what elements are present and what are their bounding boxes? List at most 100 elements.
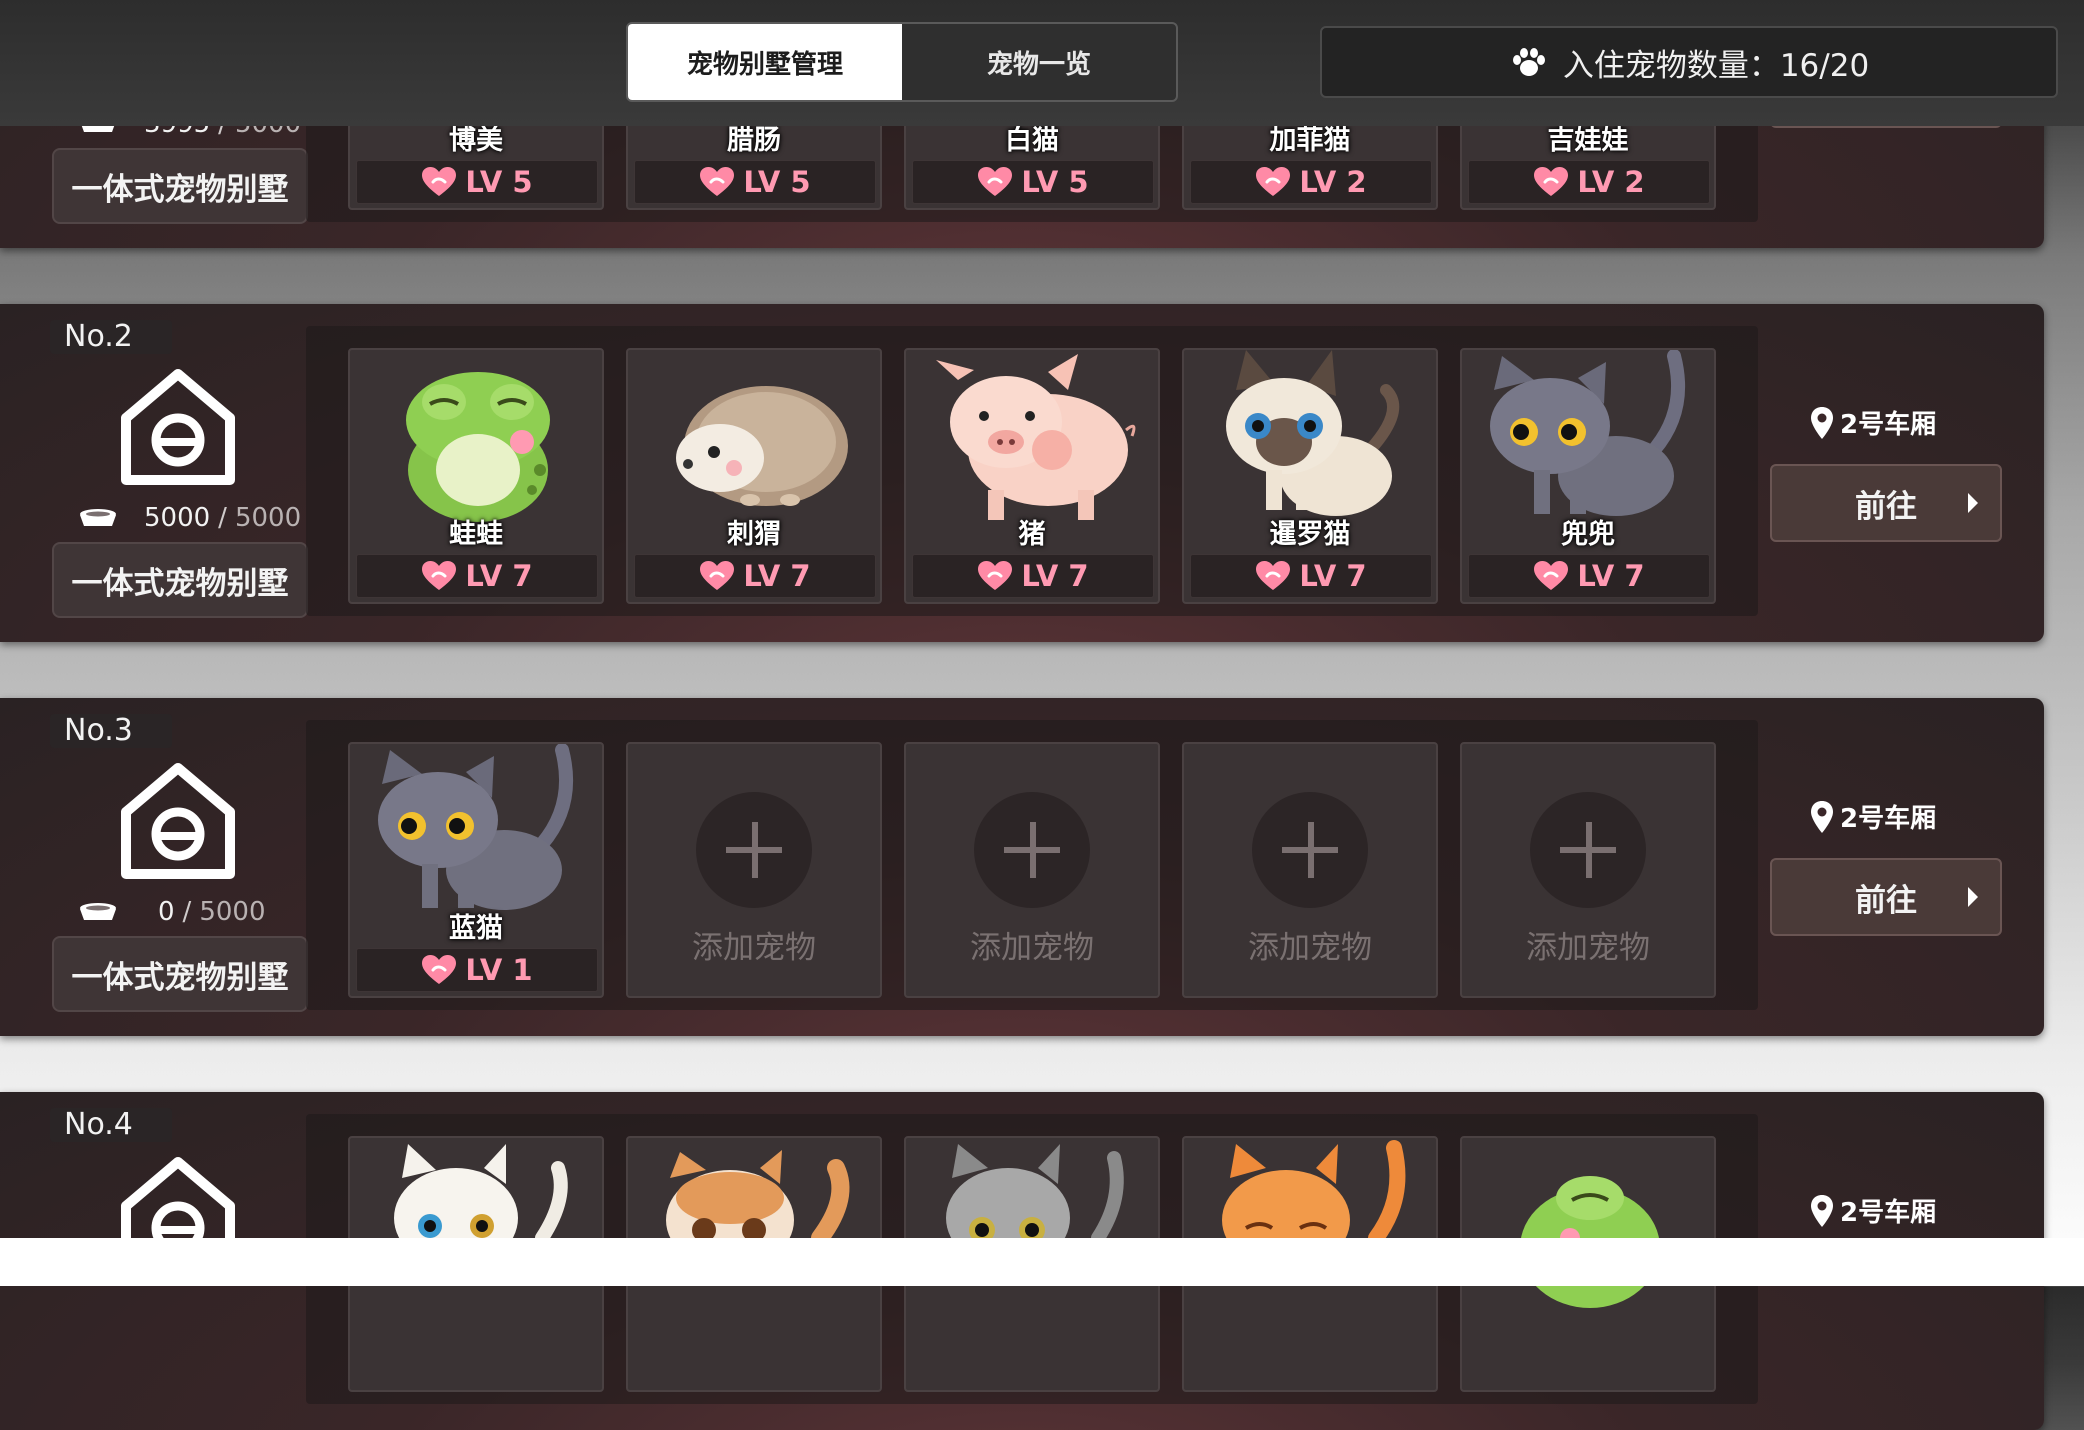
add-pet-label: 添加宠物	[692, 930, 816, 966]
capacity-current: 5000	[144, 503, 211, 533]
level-text: LV 7	[743, 559, 811, 593]
house-icon	[118, 762, 238, 882]
villa-type-button[interactable]: 一体式宠物别墅	[52, 148, 308, 224]
tab-pet-overview[interactable]: 宠物一览	[902, 24, 1176, 100]
food-bowl-icon	[78, 902, 118, 922]
heart-icon	[1533, 166, 1569, 198]
top-bar-front: 宠物别墅管理 宠物一览 入住宠物数量：16/20	[0, 0, 2084, 126]
pet-name: 猪	[1018, 519, 1046, 550]
add-pet-slot[interactable]: 添加宠物	[1182, 742, 1438, 998]
pet-name: 刺猬	[727, 519, 781, 550]
go-button[interactable]: 前往	[1770, 464, 2002, 542]
location: 2号车厢	[1810, 1192, 1936, 1229]
location-pin-icon	[1810, 406, 1834, 440]
go-button-label: 前往	[1855, 488, 1917, 525]
location-pin-icon	[1810, 1194, 1834, 1228]
arrow-right-icon	[1968, 493, 1978, 513]
capacity-max: 5000	[234, 503, 302, 533]
plus-icon	[974, 792, 1090, 908]
location-pin-icon	[1810, 800, 1834, 834]
heart-icon	[1255, 560, 1291, 592]
pet-level: LV 7	[356, 554, 598, 598]
pet-level: LV 1	[356, 948, 598, 992]
tabby-cat-icon	[946, 1144, 1124, 1268]
add-pet-slot[interactable]: 添加宠物	[626, 742, 882, 998]
plus-icon	[1252, 792, 1368, 908]
pet-slot[interactable]: 暹罗猫 LV 7	[1182, 348, 1438, 604]
pet-name: 蓝猫	[449, 913, 503, 944]
heart-icon	[977, 560, 1013, 592]
paw-icon	[1512, 48, 1545, 76]
exotic-cat-icon	[666, 1150, 850, 1270]
house-icon	[118, 368, 238, 488]
pet-name: 蛙蛙	[449, 519, 503, 550]
villa-type-button[interactable]: 一体式宠物别墅	[52, 936, 308, 1012]
pet-slot[interactable]: 刺猬 LV 7	[626, 348, 882, 604]
frog-icon	[1520, 1176, 1660, 1308]
location: 2号车厢	[1810, 798, 1936, 835]
tab-group: 宠物别墅管理 宠物一览	[626, 22, 1178, 102]
villa-number: No.2	[50, 320, 172, 354]
white-cat-icon	[394, 1144, 568, 1268]
level-text: LV 1	[465, 953, 533, 987]
heart-icon	[977, 166, 1013, 198]
siamese-cat-icon	[1226, 350, 1400, 516]
villa-number: No.4	[50, 1108, 172, 1142]
pet-slot[interactable]: 猪 LV 7	[904, 348, 1160, 604]
add-pet-slot[interactable]: 添加宠物	[1460, 742, 1716, 998]
plus-icon	[696, 792, 812, 908]
pet-level: LV 7	[912, 554, 1154, 598]
hedgehog-icon	[676, 386, 848, 506]
go-button-label: 前往	[1855, 882, 1917, 919]
pet-level: LV 5	[634, 160, 876, 204]
location-text: 2号车厢	[1840, 1198, 1937, 1228]
level-text: LV 5	[1021, 165, 1089, 199]
pet-slot[interactable]: 蛙蛙 LV 7	[348, 348, 604, 604]
capacity-current: 0	[158, 897, 175, 927]
add-pet-slot[interactable]: 添加宠物	[904, 742, 1160, 998]
orange-cat-icon	[1222, 1140, 1406, 1270]
heart-icon	[699, 560, 735, 592]
pet-level: LV 2	[1190, 160, 1432, 204]
bottom-white-area	[0, 1238, 2084, 1286]
pet-slot[interactable]: 蓝猫 LV 1	[348, 742, 604, 998]
level-text: LV 2	[1577, 165, 1645, 199]
add-pet-label: 添加宠物	[970, 930, 1094, 966]
level-text: LV 7	[1299, 559, 1367, 593]
villa-type-button[interactable]: 一体式宠物别墅	[52, 542, 308, 618]
capacity-max: 5000	[199, 897, 266, 927]
heart-icon	[421, 166, 457, 198]
level-text: LV 5	[743, 165, 811, 199]
villa-number: No.3	[50, 714, 172, 748]
heart-icon	[421, 954, 457, 986]
level-text: LV 7	[465, 559, 533, 593]
add-pet-label: 添加宠物	[1526, 930, 1650, 966]
food-bowl-icon	[78, 508, 118, 528]
food-capacity: 5000 / 5000	[78, 500, 318, 536]
level-text: LV 5	[465, 165, 533, 199]
tab-villa-management[interactable]: 宠物别墅管理	[628, 24, 902, 100]
heart-icon	[699, 166, 735, 198]
pet-name: 兜兜	[1561, 519, 1615, 550]
heart-icon	[421, 560, 457, 592]
heart-icon	[1533, 560, 1569, 592]
pet-slot[interactable]: 兜兜 LV 7	[1460, 348, 1716, 604]
heart-icon	[1255, 166, 1291, 198]
plus-icon	[1530, 792, 1646, 908]
pet-level: LV 7	[634, 554, 876, 598]
arrow-right-icon	[1968, 887, 1978, 907]
pet-level: LV 2	[1468, 160, 1710, 204]
food-capacity: 0 / 5000	[78, 894, 318, 930]
villa-row: No.3 0 / 5000 一体式宠物别墅 蓝猫 LV 1 添加宠物 添加宠物	[0, 698, 2044, 1036]
pet-count-label: 入住宠物数量：16/20	[1562, 47, 1870, 84]
pet-level: LV 5	[356, 160, 598, 204]
level-text: LV 7	[1021, 559, 1089, 593]
capacity-separator: /	[182, 897, 192, 927]
pig-icon	[936, 354, 1136, 520]
location-text: 2号车厢	[1840, 804, 1937, 834]
pet-level: LV 5	[912, 160, 1154, 204]
pet-level: LV 7	[1190, 554, 1432, 598]
capacity-separator: /	[218, 503, 227, 533]
pet-name: 暹罗猫	[1269, 519, 1351, 550]
go-button[interactable]: 前往	[1770, 858, 2002, 936]
